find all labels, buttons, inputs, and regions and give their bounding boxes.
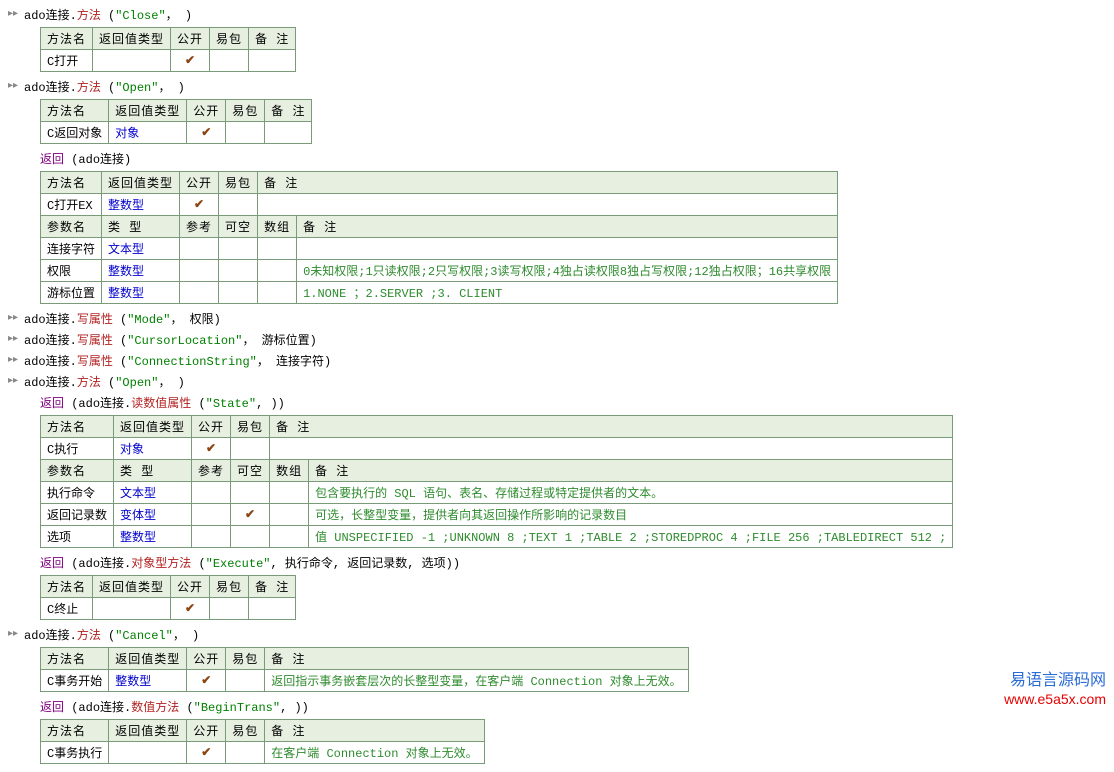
type-link[interactable]: 对象 — [109, 122, 187, 144]
check-icon: ✔ — [171, 50, 210, 72]
cell-name: C打开 — [41, 50, 93, 72]
check-icon: ✔ — [187, 742, 226, 764]
method-table: 方法名返回值类型公开易包备 注 C返回对象对象✔ — [40, 99, 312, 144]
method-param-table: 方法名返回值类型公开易包备 注 C执行对象✔ 参数名类 型参考可空数组备 注 执… — [40, 415, 953, 548]
check-icon: ✔ — [171, 598, 210, 620]
method-table: 方法名返回值类型公开易包备 注 C终止✔ — [40, 575, 296, 620]
code-line: ▸▸ado连接.写属性 ("CursorLocation"， 游标位置) — [8, 329, 1106, 350]
string-lit: "Close" — [115, 9, 165, 23]
watermark-title: 易语言源码网 — [1004, 672, 1106, 691]
th-pub: 公开 — [171, 28, 210, 50]
check-icon: ✔ — [192, 438, 231, 460]
th-note: 备 注 — [249, 28, 296, 50]
watermark: 易语言源码网 www.e5a5x.com — [1004, 672, 1106, 708]
check-icon: ✔ — [180, 194, 219, 216]
obj-ref: ado连接 — [24, 9, 70, 23]
method-param-table: 方法名返回值类型公开易包备 注 C打开EX整数型✔ 参数名类 型参考可空数组备 … — [40, 171, 838, 304]
code-line: ▸▸ado连接.方法 ("Open"， ) — [8, 371, 1106, 392]
check-icon: ✔ — [231, 504, 270, 526]
th-ez: 易包 — [210, 28, 249, 50]
method-table: 方法名返回值类型公开易包备 注 C事务开始整数型✔返回指示事务嵌套层次的长整型变… — [40, 647, 689, 692]
code-line: ▸▸ ado连接.方法 ("Close"， ) — [8, 4, 1106, 25]
th-name: 方法名 — [41, 28, 93, 50]
check-icon: ✔ — [187, 122, 226, 144]
th-ret: 返回值类型 — [93, 28, 171, 50]
code-line: ▸▸ado连接.写属性 ("Mode"， 权限) — [8, 308, 1106, 329]
code-line: ▸▸ado连接.方法 ("Cancel"， ) — [8, 624, 1106, 645]
return-line: 返回 (ado连接) — [8, 148, 1106, 169]
method-table: 方法名返回值类型公开易包备 注 C事务执行✔在客户端 Connection 对象… — [40, 719, 485, 764]
check-icon: ✔ — [187, 670, 226, 692]
code-line: ▸▸ ado连接.方法 ("Open"， ) — [8, 76, 1106, 97]
code-line: ▸▸ado连接.写属性 ("ConnectionString"， 连接字符) — [8, 350, 1106, 371]
return-line: 返回 (ado连接.读数值属性 ("State", )) — [8, 392, 1106, 413]
method-table: 方法名返回值类型公开易包备 注 C打开 ✔ — [40, 27, 296, 72]
watermark-url: www.e5a5x.com — [1004, 691, 1106, 708]
return-line: 返回 (ado连接.对象型方法 ("Execute", 执行命令, 返回记录数,… — [8, 552, 1106, 573]
method-kw: 方法 — [77, 9, 101, 23]
